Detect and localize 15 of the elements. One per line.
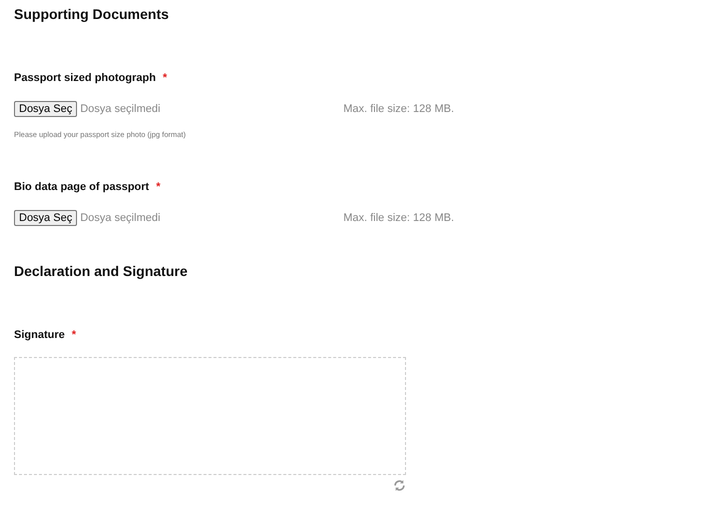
section-heading: Supporting Documents	[14, 5, 170, 23]
section-heading: Declaration and Signature	[14, 262, 188, 280]
required-mark: *	[156, 180, 160, 195]
field-label: Bio data page of passport	[14, 180, 150, 195]
field-label: Signature	[14, 328, 65, 343]
required-mark: *	[162, 70, 168, 86]
max-file-size: Max. file size: 128 MB.	[343, 102, 454, 117]
file-status: Dosya seçilmedi	[80, 211, 160, 226]
field-label: Passport sized photograph	[14, 70, 156, 86]
file-status: Dosya seçilmedi	[80, 102, 160, 117]
max-file-size: Max. file size: 128 MB.	[343, 211, 454, 226]
choose-file-button[interactable]: Dosya Seç	[14, 101, 78, 117]
required-mark: *	[72, 328, 76, 343]
choose-file-button[interactable]: Dosya Seç	[14, 210, 78, 226]
refresh-icon[interactable]	[393, 479, 406, 492]
